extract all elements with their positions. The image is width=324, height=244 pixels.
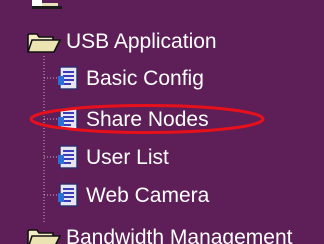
tree-folder-label: USB Application <box>66 30 217 53</box>
tree-item-web-camera[interactable]: Web Camera <box>0 183 324 209</box>
folder-open-icon <box>27 229 61 244</box>
tree-item-share-nodes[interactable]: Share Nodes <box>0 107 324 133</box>
tree-item-basic-config[interactable]: Basic Config <box>0 66 324 92</box>
tree-folder-label: Bandwidth Management <box>66 226 293 244</box>
document-icon <box>58 107 78 131</box>
tree-item-label: User List <box>86 146 169 169</box>
tree-item-label: Basic Config <box>86 67 204 90</box>
tree-folder-usb-application[interactable]: USB Application <box>0 29 324 55</box>
tree-item-label: Share Nodes <box>86 108 209 131</box>
document-icon <box>58 183 78 207</box>
tree-item-label: Web Camera <box>86 184 210 207</box>
navigation-tree: USB Application Basic Config Share Nodes <box>0 0 324 244</box>
document-icon <box>58 66 78 90</box>
tree-item-user-list[interactable]: User List <box>0 145 324 171</box>
folder-open-icon <box>27 33 61 53</box>
tree-folder-bandwidth-management[interactable]: Bandwidth Management <box>0 224 324 244</box>
document-icon <box>58 145 78 169</box>
folder-open-icon <box>32 0 62 9</box>
